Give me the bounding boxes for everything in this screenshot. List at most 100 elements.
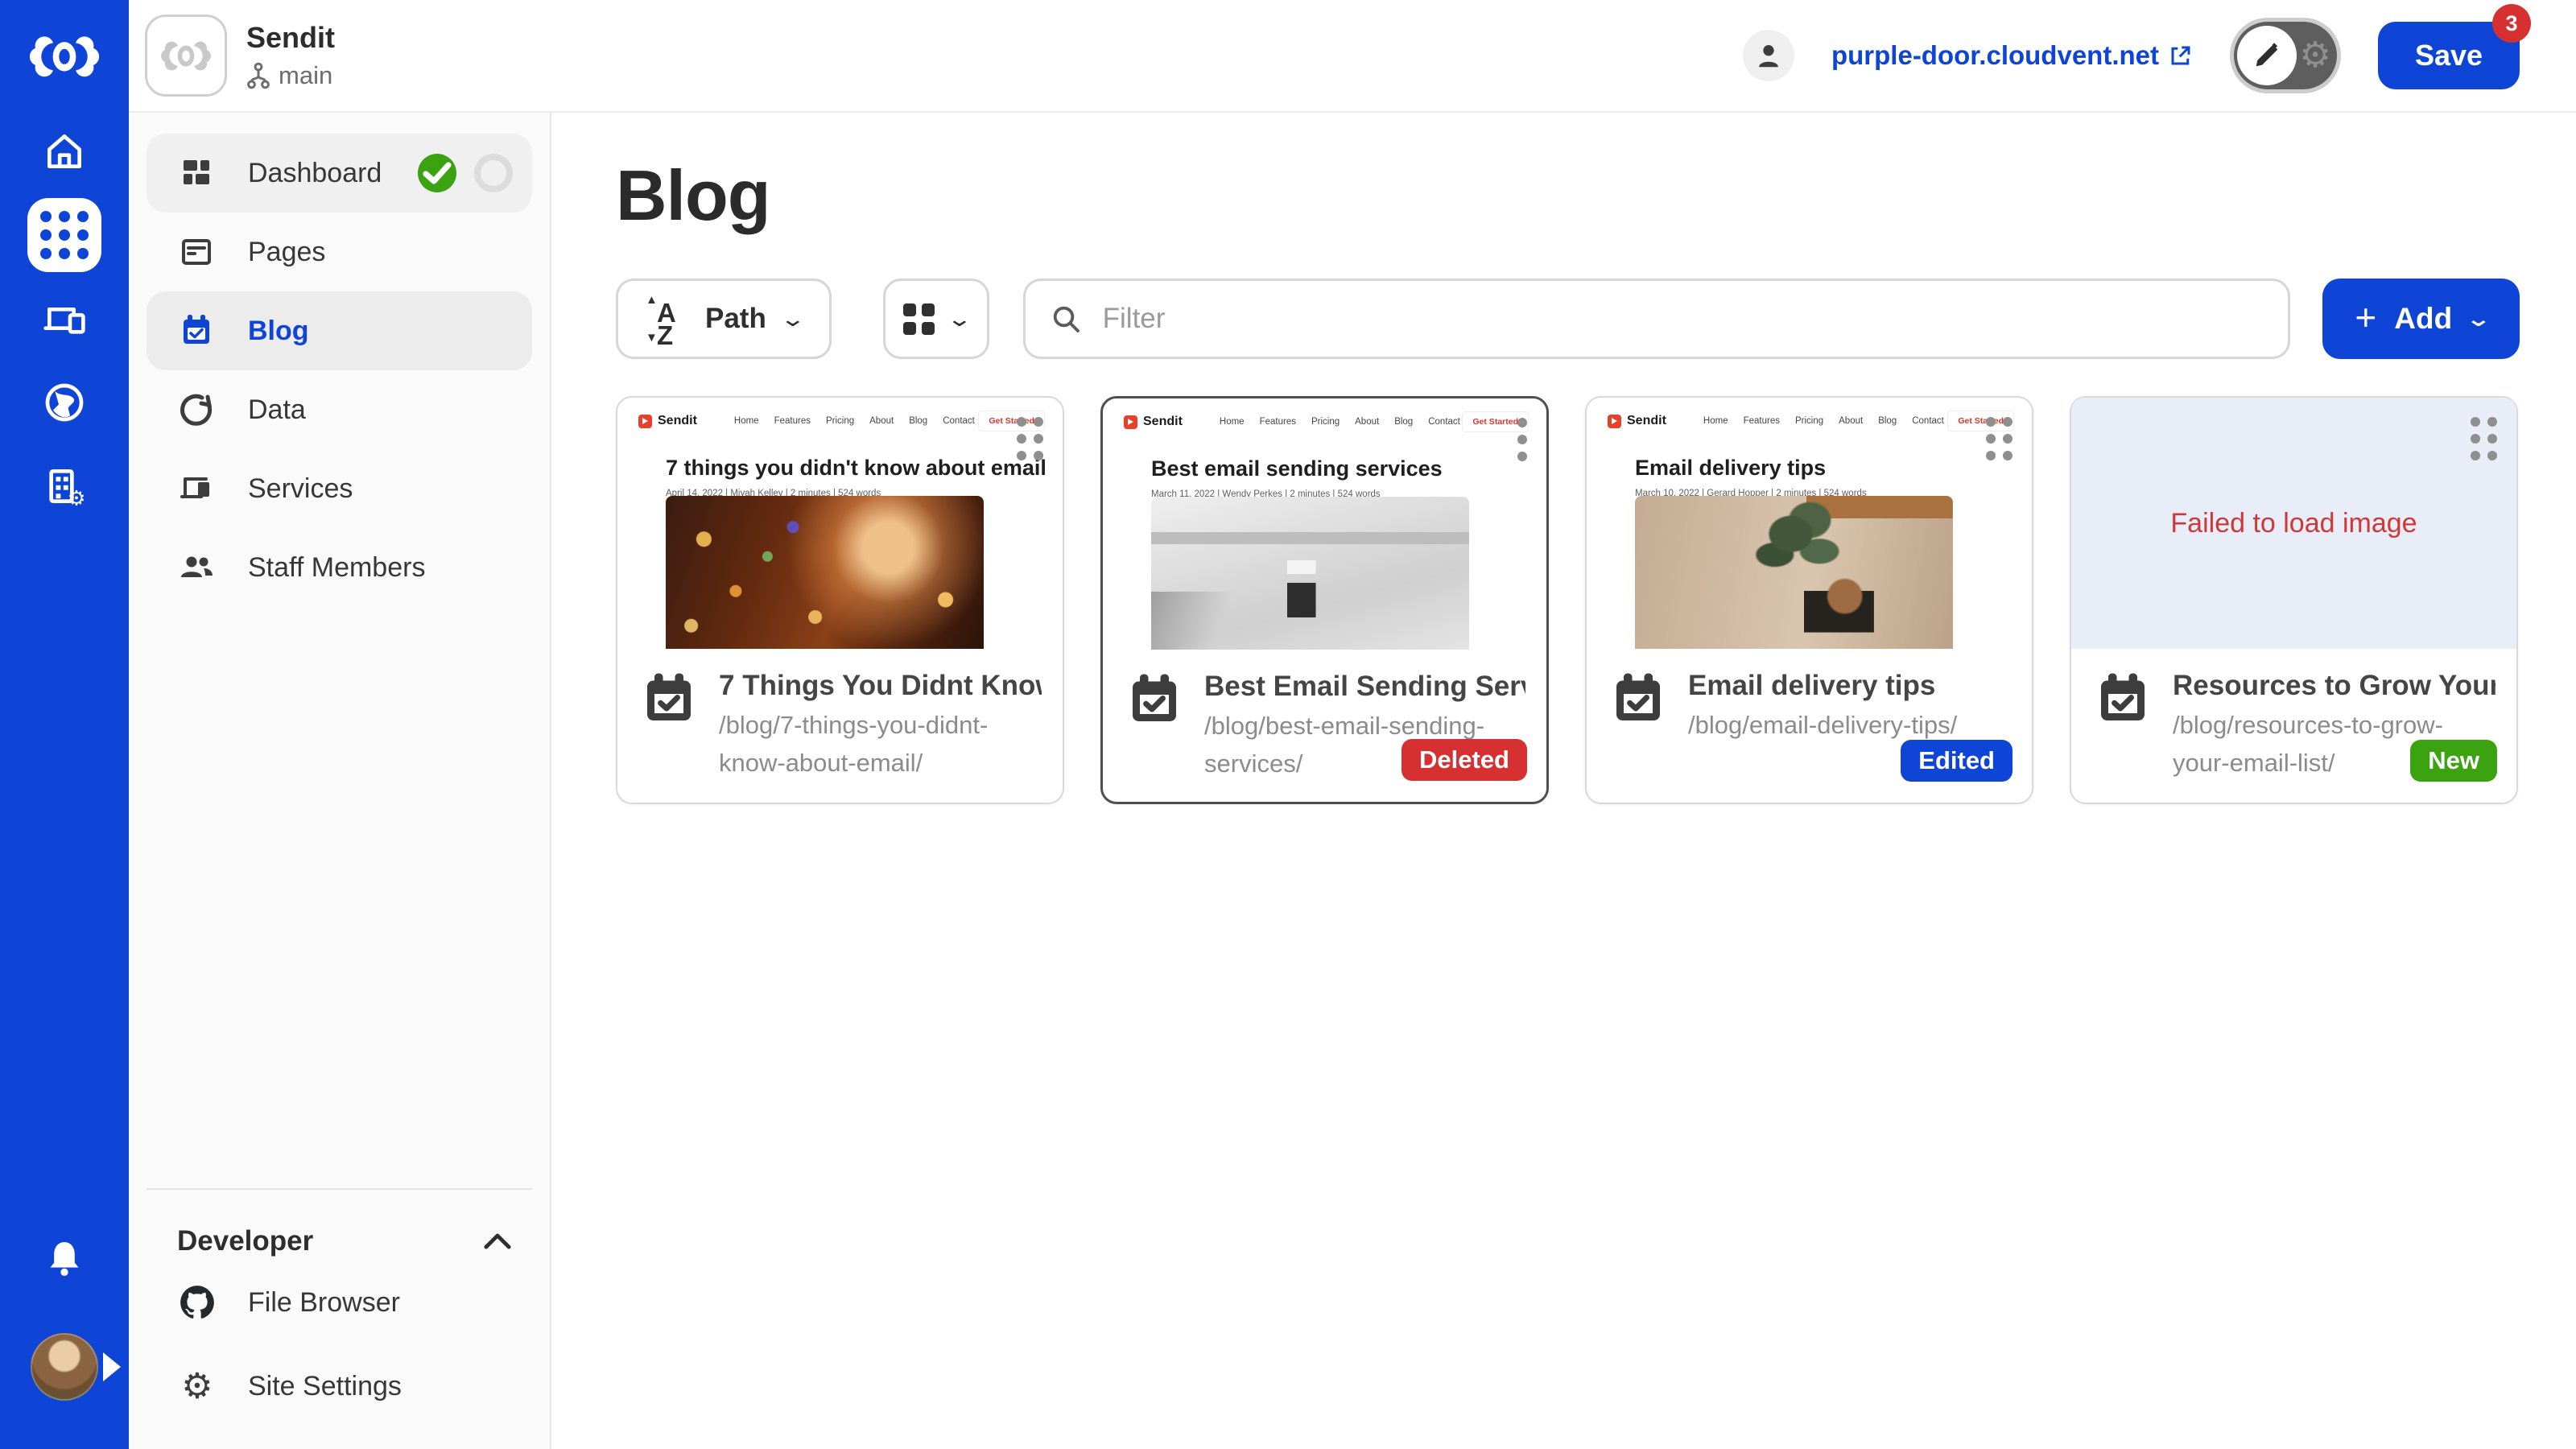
add-button[interactable]: + Add ⌄: [2322, 279, 2520, 359]
pages-icon: [182, 239, 211, 265]
github-icon: [180, 1286, 214, 1319]
user-avatar[interactable]: [31, 1333, 98, 1401]
sidebar-item-staff-members[interactable]: Staff Members: [147, 528, 532, 607]
home-icon[interactable]: [0, 109, 129, 193]
sidebar-item-label: Pages: [248, 236, 326, 267]
site-preview-link[interactable]: purple-door.cloudvent.net: [1831, 40, 2193, 71]
sidebar-item-dashboard[interactable]: Dashboard: [147, 134, 532, 213]
globe-icon[interactable]: [0, 361, 129, 444]
cloudcannon-logo-icon: [27, 24, 101, 89]
sidebar-item-file-browser[interactable]: File Browser: [159, 1264, 519, 1341]
card-title: Email delivery tips: [1688, 670, 1936, 701]
bell-icon[interactable]: [0, 1217, 129, 1301]
sidebar-item-label: Blog: [248, 315, 309, 346]
icon-rail: ⚙: [0, 0, 129, 1449]
add-label: Add: [2394, 302, 2453, 335]
page-title: Blog: [616, 155, 771, 235]
filter-input[interactable]: [1102, 303, 2264, 335]
app-root: ⚙ Sendit main purple-door.cloudvent.net …: [0, 0, 2576, 1449]
unsaved-changes-badge: 3: [2492, 4, 2531, 43]
preview-nav-item: Pricing: [1311, 417, 1340, 427]
preview-nav-item: Contact: [943, 416, 975, 426]
chevron-down-icon: ⌄: [946, 306, 973, 331]
sidebar-item-label: File Browser: [248, 1286, 400, 1318]
sort-dropdown[interactable]: ▲ ▼ AZ Path ⌄: [616, 279, 832, 359]
calendar-check-icon: [2101, 673, 2145, 720]
preview-nav: Home Features Pricing About Blog Contact: [1703, 416, 1944, 426]
preview-nav-item: Contact: [1428, 417, 1460, 427]
preview-nav-item: Contact: [1912, 416, 1944, 426]
preview-headline: 7 things you didn't know about email: [666, 456, 1046, 480]
blog-card-7-things[interactable]: Sendit Home Features Pricing About Blog Conta…: [616, 396, 1064, 804]
developer-section: Developer File Browser ⚙ Site Settings: [147, 1188, 532, 1449]
data-icon: [180, 394, 213, 426]
preview-nav-item: Home: [1219, 417, 1245, 427]
calendar-check-icon: [647, 673, 691, 720]
dashboard-icon: [184, 160, 209, 184]
external-link-icon: [2171, 46, 2190, 65]
blog-card-email-delivery-tips[interactable]: Sendit Home Features Pricing About Blog Conta…: [1585, 396, 2033, 804]
expand-rail-arrow-icon[interactable]: [103, 1352, 121, 1381]
preview-headline: Email delivery tips: [1635, 456, 1827, 480]
grid-view-icon: [903, 303, 935, 335]
card-site-preview: Sendit Home Features Pricing About Blog Conta…: [617, 398, 1063, 649]
developer-heading: Developer: [177, 1225, 314, 1257]
account-icon[interactable]: [1742, 30, 1794, 81]
status-badge-deleted: Deleted: [1402, 739, 1527, 781]
drag-handle-icon[interactable]: [1017, 417, 1043, 460]
preview-nav-item: About: [1839, 416, 1864, 426]
top-header: Sendit main purple-door.cloudvent.net ⚙ …: [129, 0, 2576, 113]
failed-image-area: Failed to load image: [2071, 398, 2516, 649]
blog-card-resources[interactable]: Failed to load image Resources to Grow Y…: [2070, 396, 2518, 804]
main-content: Blog ▲ ▼ AZ Path ⌄ ⌄ Filter + Add ⌄ Send…: [551, 113, 2576, 1449]
chevron-down-icon: ⌄: [779, 306, 807, 331]
services-icon: [180, 477, 209, 498]
card-path: /blog/7-things-you-didnt-know-about-emai…: [719, 711, 989, 777]
search-icon: [1053, 306, 1080, 332]
git-branch-icon: [247, 62, 270, 89]
preview-nav-item: About: [869, 416, 894, 426]
svg-text:⚙: ⚙: [68, 486, 86, 509]
sidebar-item-data[interactable]: Data: [147, 370, 532, 449]
sort-label: Path: [705, 303, 766, 334]
devices-icon[interactable]: [0, 277, 129, 361]
preview-photo: [1635, 496, 1953, 649]
sidebar-item-site-settings[interactable]: ⚙ Site Settings: [159, 1348, 519, 1425]
preview-url-text: purple-door.cloudvent.net: [1831, 40, 2159, 70]
build-success-icon: [418, 154, 456, 192]
sidebar-item-services[interactable]: Services: [147, 449, 532, 528]
status-badge-new: New: [2410, 740, 2497, 782]
gear-icon: ⚙: [2299, 35, 2331, 75]
blog-calendar-icon: [184, 315, 209, 344]
card-title: Resources to Grow Your …: [2173, 670, 2496, 701]
sidebar-item-pages[interactable]: Pages: [147, 213, 532, 291]
sidebar-item-label: Site Settings: [248, 1370, 402, 1402]
preview-nav-item: Blog: [909, 416, 928, 426]
people-icon: [181, 556, 213, 577]
kebab-menu-icon[interactable]: [1517, 418, 1527, 461]
apps-grid-icon[interactable]: [0, 193, 129, 277]
developer-section-toggle[interactable]: Developer: [159, 1225, 519, 1257]
sidebar: Dashboard Pages Blog Data Services Staff…: [129, 113, 551, 1449]
toolbar: ▲ ▼ AZ Path ⌄ ⌄ Filter + Add ⌄: [616, 279, 2520, 359]
pencil-icon: [2237, 26, 2297, 85]
edit-settings-toggle[interactable]: ⚙: [2230, 18, 2341, 93]
organization-icon[interactable]: ⚙: [0, 444, 129, 528]
preview-nav-item: Home: [1703, 416, 1728, 426]
plus-icon: +: [2355, 296, 2377, 338]
view-mode-dropdown[interactable]: ⌄: [882, 279, 989, 359]
chevron-down-icon: ⌄: [2465, 306, 2492, 331]
site-logo: [145, 14, 227, 97]
sort-az-icon: ▲ ▼ AZ: [646, 293, 676, 350]
sidebar-item-blog[interactable]: Blog: [147, 291, 532, 370]
card-path: /blog/email-delivery-tips/: [1688, 711, 1958, 739]
blog-card-best-email[interactable]: Sendit Home Features Pricing About Blog Conta…: [1100, 396, 1549, 804]
drag-handle-icon[interactable]: [2471, 417, 2497, 460]
chevron-up-icon: [484, 1233, 511, 1249]
preview-headline: Best email sending services: [1151, 456, 1443, 481]
drag-handle-icon[interactable]: [1986, 417, 2013, 460]
sidebar-item-label: Data: [248, 394, 306, 425]
preview-sendit-logo: Sendit: [638, 414, 697, 428]
card-title: 7 Things You Didnt Know…: [719, 670, 1042, 701]
preview-sendit-logo: Sendit: [1608, 414, 1666, 428]
